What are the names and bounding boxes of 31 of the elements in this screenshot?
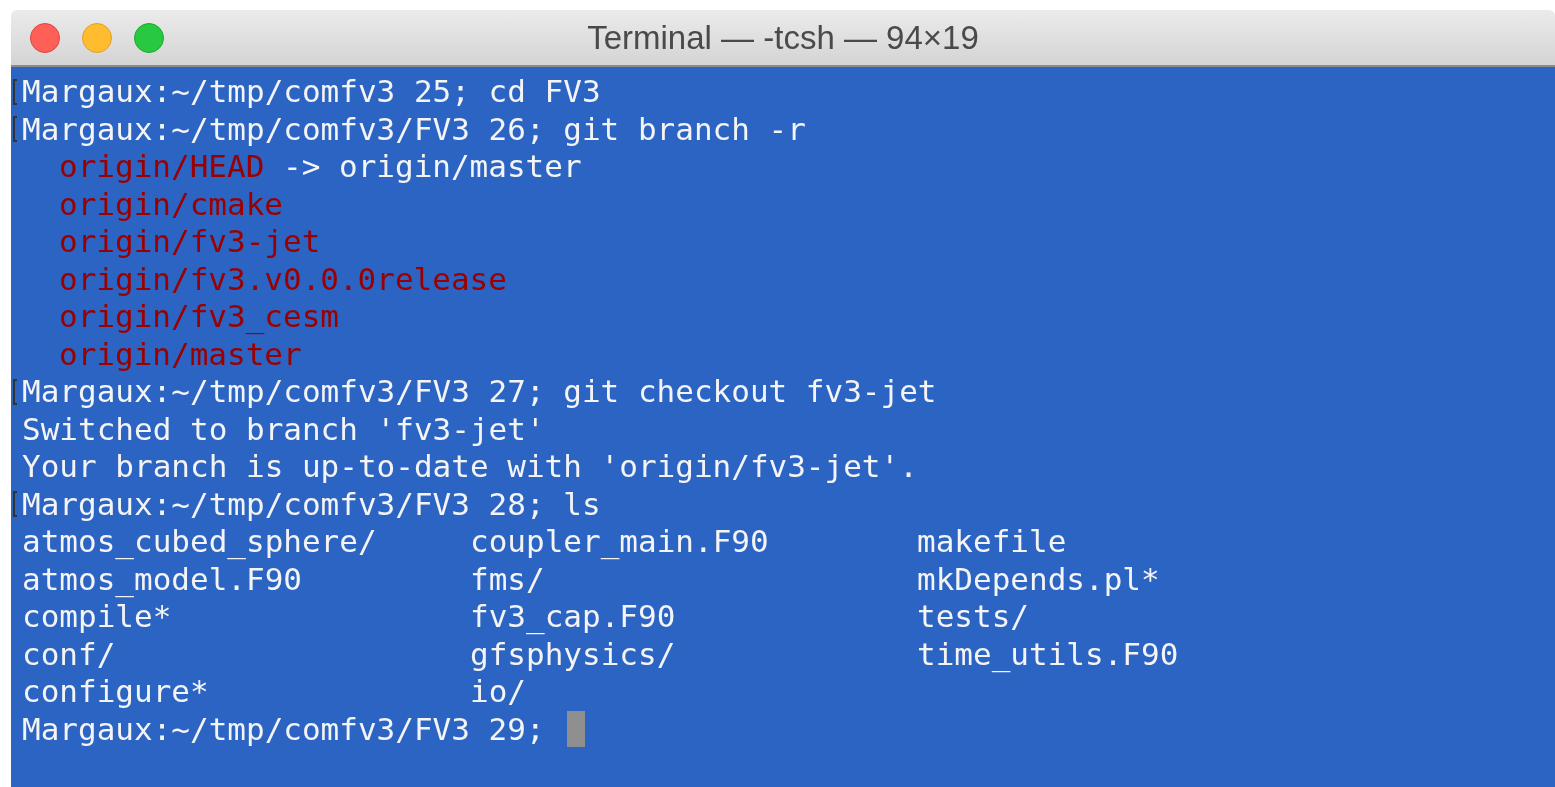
file-name: makefile: [917, 523, 1067, 561]
file-name: gfsphysics/: [470, 635, 677, 673]
file-name: atmos_cubed_sphere/: [22, 523, 378, 561]
prompt-line: Margaux:~/tmp/comfv3/FV3 26; git branch -r: [22, 110, 806, 148]
file-name: time_utils.F90: [917, 635, 1179, 673]
file-name: tests/: [917, 598, 1029, 636]
prompt-line: Margaux:~/tmp/comfv3/FV3 28; ls: [22, 485, 601, 523]
file-name: coupler_main.F90: [470, 523, 770, 561]
output-line: Switched to branch 'fv3-jet': [22, 410, 545, 448]
branch-line: origin/master: [59, 335, 302, 373]
branch-line: origin/fv3.v0.0.0release: [59, 260, 507, 298]
file-name: mkDepends.pl*: [917, 560, 1160, 598]
file-name: configure*: [22, 673, 210, 711]
prompt-line: Margaux:~/tmp/comfv3/FV3 29;: [22, 710, 545, 748]
prompt-line: Margaux:~/tmp/comfv3/FV3 27; git checkout fv3-jet: [22, 373, 937, 411]
branch-line: origin/fv3-jet: [59, 223, 321, 261]
file-name: io/: [470, 673, 527, 711]
branch-line: origin/cmake: [59, 185, 283, 223]
file-name: conf/: [22, 635, 117, 673]
minimize-icon[interactable]: [82, 22, 112, 53]
branch-line: origin/HEAD -> origin/master: [59, 148, 582, 186]
branch-line: origin/fv3_cesm: [59, 298, 339, 336]
file-name: fv3_cap.F90: [470, 598, 677, 636]
file-name: fms/: [470, 560, 546, 598]
zoom-icon[interactable]: [134, 22, 164, 53]
file-name: compile*: [22, 598, 173, 636]
prompt-line: Margaux:~/tmp/comfv3 25; cd FV3: [22, 73, 601, 111]
close-icon[interactable]: [30, 22, 60, 53]
output-line: Your branch is up-to-date with 'origin/fv3-jet'.: [22, 448, 918, 486]
window-title: Terminal — -tcsh — 94×19: [587, 18, 979, 56]
file-name: atmos_model.F90: [22, 560, 303, 598]
